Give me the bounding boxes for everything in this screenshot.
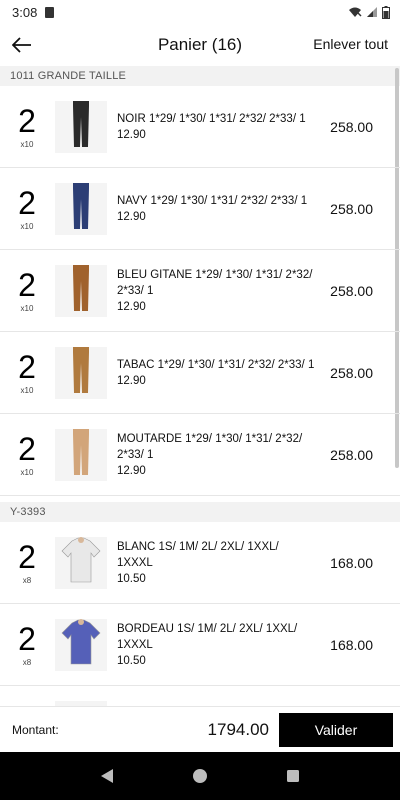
product-image <box>55 182 107 235</box>
cart-item-row[interactable]: 2 x8 BORDEAU 1S/ 1M/ 2L/ 2XL/ 1XXL/ 1XXXL 1… <box>0 604 400 686</box>
arrow-left-icon <box>12 37 31 53</box>
nav-home-button[interactable] <box>186 762 214 790</box>
item-description: BORDEAU 1S/ 1M/ 2L/ 2XL/ 1XXL/ 1XXXL 10.5… <box>117 621 317 669</box>
quantity-number: 2 <box>18 539 36 575</box>
cart-item-row[interactable]: 2 x10 NAVY 1*29/ 1*30/ 1*31/ 2*32/ 2*33/ 1… <box>0 168 400 250</box>
wifi-off-icon <box>349 7 362 17</box>
cart-item-row[interactable]: 2 x10 NOIR 1*29/ 1*30/ 1*31/ 2*32/ 2*33/ 1… <box>0 86 400 168</box>
quantity-number: 2 <box>18 267 36 303</box>
item-unit-price: 12.90 <box>117 374 146 387</box>
tan-pants-icon <box>61 347 101 399</box>
quantity-multiplier: x10 <box>20 468 34 477</box>
status-bar: 3:08 <box>0 0 400 24</box>
blue-shirt-icon <box>58 619 104 671</box>
amount-value: 1794.00 <box>207 719 269 739</box>
product-image <box>55 536 107 589</box>
nav-recents-button[interactable] <box>279 762 307 790</box>
cart-item-row[interactable]: 2 x10 TABAC 1*29/ 1*30/ 1*31/ 2*32/ 2*33/ … <box>0 332 400 414</box>
back-button[interactable] <box>10 33 34 57</box>
item-total-price: 258.00 <box>330 200 373 217</box>
quantity-multiplier: x8 <box>22 576 32 585</box>
cart-item-row[interactable]: 2 x10 BLEU GITANE 1*29/ 1*30/ 1*31/ 2*32/ … <box>0 250 400 332</box>
quantity: 2 x10 <box>0 104 54 149</box>
item-total-price: 258.00 <box>330 118 373 135</box>
item-unit-price: 12.90 <box>117 128 146 141</box>
submit-button[interactable]: Valider <box>279 712 393 747</box>
section-header: 1011 GRANDE TAILLE <box>0 66 400 86</box>
item-description: NOIR 1*29/ 1*30/ 1*31/ 2*32/ 2*33/ 1 12.9… <box>117 111 317 143</box>
item-description: NAVY 1*29/ 1*30/ 1*31/ 2*32/ 2*33/ 1 12.9… <box>117 193 317 225</box>
status-icons <box>348 5 390 19</box>
cart-item-row-partial[interactable] <box>0 686 400 706</box>
brown-pants-icon <box>61 265 101 317</box>
status-time: 3:08 <box>12 4 38 20</box>
quantity-multiplier: x10 <box>20 140 34 149</box>
cart-item-row[interactable]: 2 x8 BLANC 1S/ 1M/ 2L/ 2XL/ 1XXL/ 1XXXL 10.… <box>0 522 400 604</box>
cart-list[interactable]: 1011 GRANDE TAILLE 2 x10 NOIR 1*29/ 1*30/ 1… <box>0 66 400 706</box>
app-bar: Panier (16) Enlever tout <box>0 24 400 66</box>
item-unit-price: 12.90 <box>117 210 146 223</box>
item-unit-price: 10.50 <box>117 572 146 585</box>
quantity-number: 2 <box>18 431 36 467</box>
item-total-price: 258.00 <box>330 446 373 463</box>
item-variant-text: BLEU GITANE 1*29/ 1*30/ 1*31/ 2*32/ 2*33… <box>117 268 313 297</box>
item-description: BLANC 1S/ 1M/ 2L/ 2XL/ 1XXL/ 1XXXL 10.50 <box>117 539 317 587</box>
remove-all-button[interactable]: Enlever tout <box>313 36 388 52</box>
item-description: TABAC 1*29/ 1*30/ 1*31/ 2*32/ 2*33/ 1 12.… <box>117 357 317 389</box>
product-image <box>55 618 107 671</box>
item-unit-price: 12.90 <box>117 300 146 313</box>
product-image <box>55 100 107 153</box>
item-variant-text: NOIR 1*29/ 1*30/ 1*31/ 2*32/ 2*33/ 1 <box>117 112 306 125</box>
quantity-number: 2 <box>18 185 36 221</box>
amount-label: Montant: <box>12 722 59 737</box>
cart-footer: Montant: 1794.00 Valider <box>0 706 400 752</box>
item-description: BLEU GITANE 1*29/ 1*30/ 1*31/ 2*32/ 2*33… <box>117 267 317 315</box>
quantity: 2 x8 <box>0 622 54 667</box>
item-variant-text: BLANC 1S/ 1M/ 2L/ 2XL/ 1XXL/ 1XXXL <box>117 540 279 569</box>
quantity-number: 2 <box>18 349 36 385</box>
sd-card-icon <box>45 6 55 18</box>
quantity-multiplier: x10 <box>20 222 34 231</box>
battery-icon <box>382 5 390 19</box>
quantity: 2 x10 <box>0 350 54 395</box>
white-shirt-icon <box>58 537 104 589</box>
quantity-multiplier: x10 <box>20 304 34 313</box>
quantity: 2 x8 <box>0 540 54 585</box>
item-unit-price: 10.50 <box>117 654 146 667</box>
black-pants-icon <box>61 101 101 153</box>
product-image <box>55 264 107 317</box>
item-variant-text: MOUTARDE 1*29/ 1*30/ 1*31/ 2*32/ 2*33/ 1 <box>117 432 303 461</box>
quantity-multiplier: x8 <box>22 658 32 667</box>
cart-item-row[interactable]: 2 x10 MOUTARDE 1*29/ 1*30/ 1*31/ 2*32/ 2*3… <box>0 414 400 496</box>
section-header: Y-3393 <box>0 502 400 522</box>
navy-pants-icon <box>61 183 101 235</box>
item-total-price: 258.00 <box>330 282 373 299</box>
quantity-multiplier: x10 <box>20 386 34 395</box>
system-nav-bar <box>0 752 400 800</box>
item-variant-text: TABAC 1*29/ 1*30/ 1*31/ 2*32/ 2*33/ 1 <box>117 358 315 371</box>
beige-pants-icon <box>61 429 101 481</box>
nav-back-button[interactable] <box>93 762 121 790</box>
quantity-number: 2 <box>18 103 36 139</box>
signal-icon <box>367 7 377 17</box>
item-total-price: 258.00 <box>330 364 373 381</box>
item-variant-text: NAVY 1*29/ 1*30/ 1*31/ 2*32/ 2*33/ 1 <box>117 194 308 207</box>
triangle-back-icon <box>100 769 113 783</box>
item-variant-text: BORDEAU 1S/ 1M/ 2L/ 2XL/ 1XXL/ 1XXXL <box>117 622 298 651</box>
quantity-number: 2 <box>18 621 36 657</box>
circle-home-icon <box>192 769 207 783</box>
quantity: 2 x10 <box>0 186 54 231</box>
quantity: 2 x10 <box>0 432 54 477</box>
item-total-price: 168.00 <box>330 554 373 571</box>
item-total-price: 168.00 <box>330 636 373 653</box>
quantity: 2 x10 <box>0 268 54 313</box>
product-image <box>55 428 107 481</box>
square-recents-icon <box>287 770 300 782</box>
item-description: MOUTARDE 1*29/ 1*30/ 1*31/ 2*32/ 2*33/ 1… <box>117 431 317 479</box>
item-unit-price: 12.90 <box>117 464 146 477</box>
product-image <box>55 346 107 399</box>
